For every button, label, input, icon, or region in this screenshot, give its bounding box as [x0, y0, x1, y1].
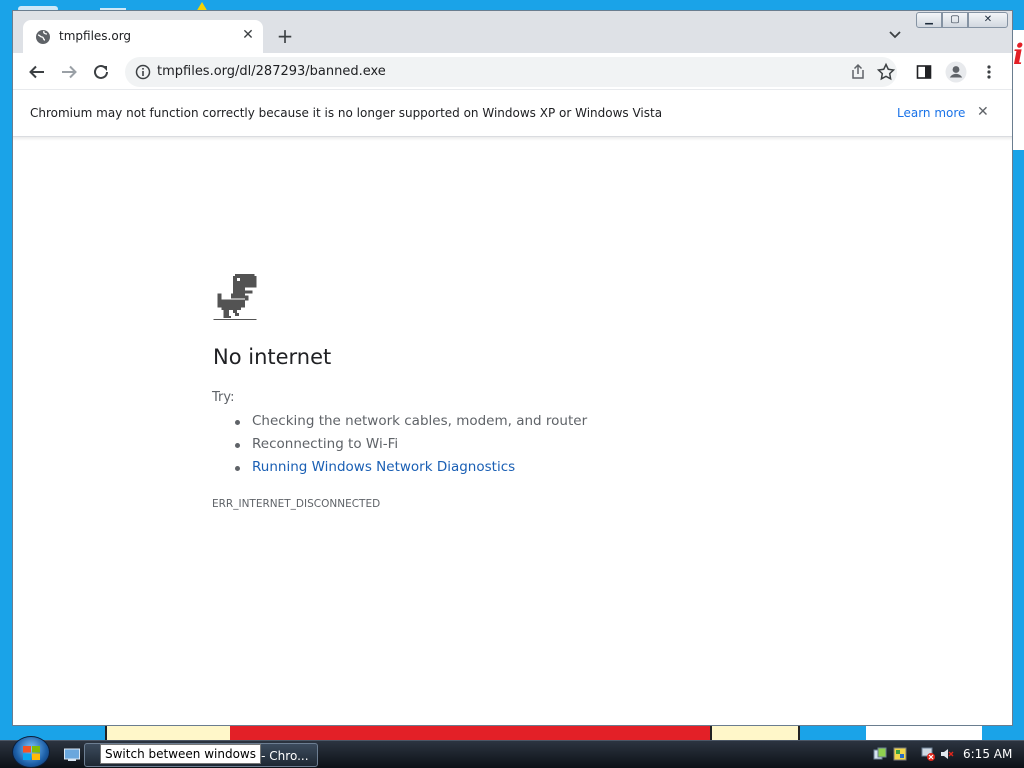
url-text[interactable]: tmpfiles.org/dl/287293/banned.exe: [157, 64, 386, 79]
share-icon[interactable]: [849, 63, 867, 81]
menu-icon: [987, 65, 991, 79]
error-title: No internet: [213, 345, 332, 369]
tab-close-icon[interactable]: ✕: [239, 26, 257, 44]
forward-button[interactable]: [57, 60, 81, 84]
start-button[interactable]: [12, 736, 50, 768]
try-label: Try:: [212, 390, 235, 405]
tab-search-button[interactable]: [886, 27, 904, 45]
reload-button[interactable]: [89, 60, 113, 84]
tray-disconnected-network-icon[interactable]: [921, 747, 935, 761]
taskbar-clock[interactable]: 6:15 AM: [963, 747, 1012, 761]
new-tab-button[interactable]: +: [274, 25, 296, 47]
tray-security-icon[interactable]: [893, 747, 907, 761]
wallpaper-fragment: [105, 726, 233, 740]
globe-icon: [36, 30, 50, 44]
minimize-button[interactable]: ▁: [916, 12, 942, 28]
back-button[interactable]: [25, 60, 49, 84]
close-window-button[interactable]: ✕: [968, 12, 1008, 28]
reload-icon: [94, 64, 108, 79]
error-code: ERR_INTERNET_DISCONNECTED: [212, 498, 381, 510]
profile-button[interactable]: [944, 60, 968, 84]
suggestion-item: Checking the network cables, modem, and …: [235, 413, 587, 436]
error-page: No internet Try: Checking the network ca…: [13, 139, 1012, 725]
menu-button[interactable]: [977, 60, 1001, 84]
show-desktop-icon[interactable]: [64, 748, 80, 762]
maximize-button[interactable]: ▢: [942, 12, 968, 28]
back-icon: [29, 65, 44, 79]
browser-window: tmpfiles.org ✕ + ▁ ▢ ✕ tmpfiles.org/dl/2…: [12, 10, 1013, 726]
switch-windows-tooltip: Switch between windows: [100, 744, 261, 764]
tab-title: tmpfiles.org: [59, 29, 132, 43]
chevron-down-icon: [889, 31, 901, 39]
windows-logo-icon: [23, 746, 40, 760]
suggestion-item: Reconnecting to Wi-Fi: [235, 436, 587, 459]
learn-more-link[interactable]: Learn more: [897, 106, 965, 120]
wallpaper-fragment: [710, 726, 800, 740]
wallpaper-text: ia: [1013, 38, 1024, 71]
infobar-close-icon[interactable]: ✕: [977, 104, 989, 120]
network-diagnostics-link[interactable]: Running Windows Network Diagnostics: [235, 459, 587, 482]
infobar-message: Chromium may not function correctly beca…: [30, 106, 663, 120]
side-panel-button[interactable]: [912, 60, 936, 84]
tab-tmpfiles[interactable]: tmpfiles.org ✕: [23, 20, 263, 53]
suggestion-list: Checking the network cables, modem, and …: [235, 413, 587, 482]
tray-volume-icon[interactable]: [940, 747, 954, 761]
wallpaper-fragment: [230, 726, 720, 740]
address-bar[interactable]: tmpfiles.org/dl/287293/banned.exe: [125, 57, 897, 87]
info-icon[interactable]: [135, 64, 151, 80]
star-icon[interactable]: [876, 62, 896, 82]
dino-icon[interactable]: [212, 274, 258, 320]
wallpaper-fragment: [866, 724, 982, 740]
unsupported-os-infobar: Chromium may not function correctly beca…: [13, 91, 1012, 137]
forward-icon: [62, 65, 77, 79]
profile-icon: [945, 61, 967, 83]
browser-toolbar: tmpfiles.org/dl/287293/banned.exe: [13, 53, 1012, 90]
side-panel-icon: [916, 65, 932, 79]
tray-network-icon[interactable]: [873, 747, 887, 761]
tab-strip[interactable]: tmpfiles.org ✕ + ▁ ▢ ✕: [13, 11, 1012, 53]
